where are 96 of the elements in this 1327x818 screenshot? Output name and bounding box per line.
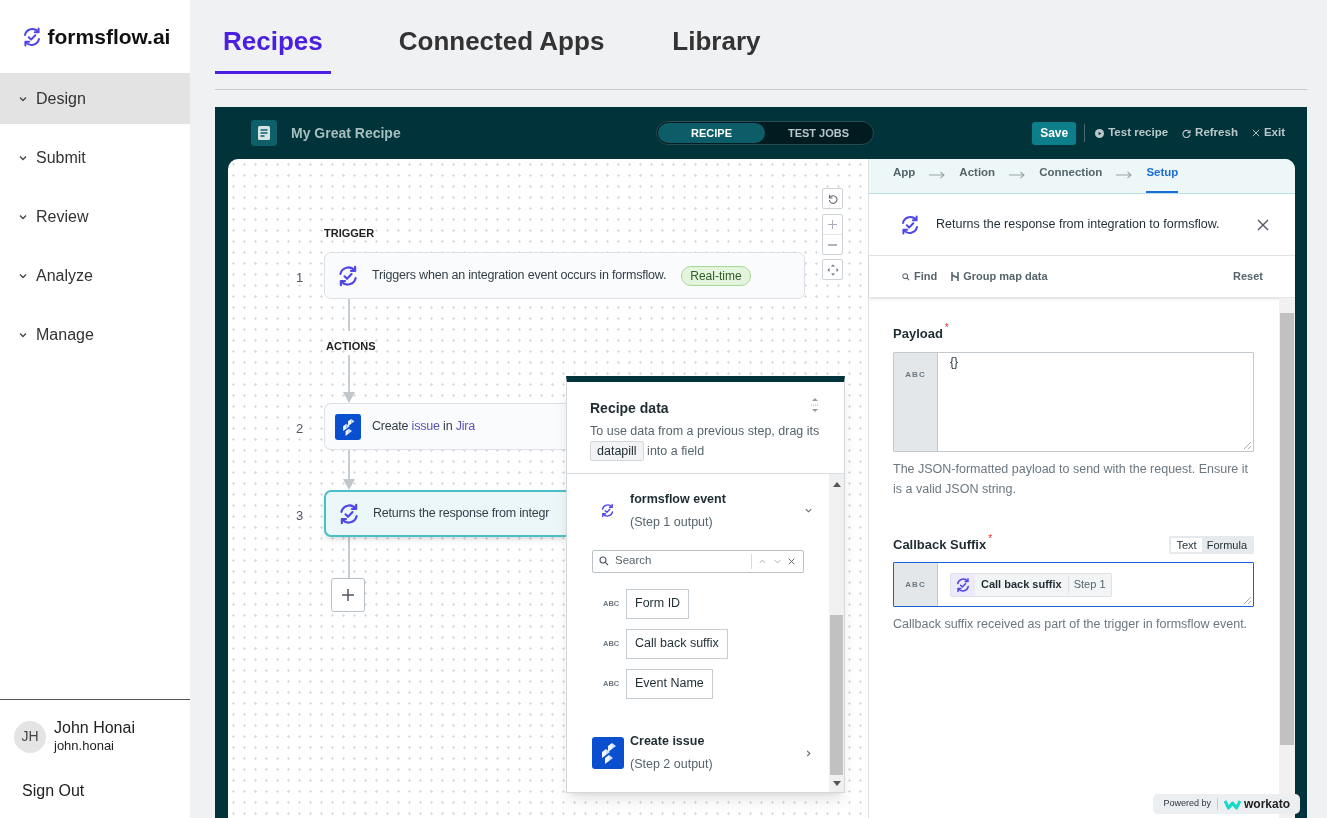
chevron-down-icon[interactable] — [804, 506, 813, 516]
reset-view-button[interactable] — [822, 188, 843, 209]
connector-arrow — [342, 355, 356, 403]
field-hint: The JSON-formatted payload to send with the request. Ensure it is a valid JSON string. — [893, 460, 1250, 498]
resize-grip-icon — [1244, 597, 1251, 604]
reset-button[interactable]: Reset — [1233, 268, 1263, 285]
brand-text: workato — [1244, 796, 1290, 813]
close-icon[interactable] — [1257, 218, 1269, 231]
pill-step: Step 1 — [1068, 576, 1111, 593]
step-card[interactable]: Returns the response from integr — [324, 490, 566, 537]
group-subtitle: (Step 1 output) — [630, 513, 714, 531]
avatar: JH — [14, 720, 46, 753]
drag-handle-icon[interactable] — [810, 398, 820, 412]
close-icon — [1251, 129, 1260, 137]
close-icon[interactable] — [788, 557, 795, 565]
minus-icon — [828, 243, 837, 246]
step-text: Returns the response from integr — [373, 505, 550, 523]
step-number: 2 — [296, 420, 304, 438]
tab[interactable]: Connected Apps — [398, 22, 605, 74]
panel-title: Recipe data — [590, 399, 669, 418]
datapill[interactable]: Call back suffix — [626, 628, 728, 659]
rotate-icon — [827, 193, 838, 204]
user-name: John Honai — [54, 718, 135, 739]
required-mark: * — [988, 531, 993, 546]
user-email: john.honai — [54, 738, 115, 755]
mode-tab[interactable]: RECIPE — [658, 123, 765, 143]
plus-icon — [341, 588, 355, 602]
search-field[interactable]: Search — [615, 552, 745, 570]
wizard-step[interactable]: Connection — [1039, 163, 1103, 193]
realtime-badge: Real-time — [681, 265, 751, 286]
step-text: Triggers when an integration event occurs in formsflow. — [372, 267, 667, 285]
group-map-button[interactable]: Group map data — [951, 268, 1048, 285]
find-button[interactable]: Find — [902, 268, 938, 285]
step-card[interactable]: Triggers when an integration event occurs in formsflow. Real-time — [324, 252, 805, 299]
wave-logo-icon — [1224, 798, 1241, 810]
exit-button[interactable]: Exit — [1251, 124, 1285, 142]
arrow-right-icon — [929, 171, 946, 179]
field-label: Payload — [893, 325, 943, 343]
search-icon — [902, 272, 910, 281]
mode-tab[interactable]: TEST JOBS — [765, 123, 872, 143]
sync-check-icon — [599, 502, 616, 520]
arrow-right-icon — [1009, 171, 1026, 179]
step-title: Returns the response from integration to formsflow. — [936, 216, 1221, 234]
app-logo-icon — [335, 413, 361, 440]
play-circle-icon — [1095, 128, 1105, 138]
sign-out-link[interactable]: Sign Out — [22, 778, 85, 803]
search-icon — [599, 556, 609, 566]
sync-check-icon — [954, 575, 972, 594]
logo-text: formsflow.ai — [47, 23, 171, 50]
section-label: TRIGGER — [324, 226, 375, 241]
document-icon — [251, 120, 277, 146]
test-button[interactable]: Test recipe — [1095, 124, 1169, 142]
pill-label: Call back suffix — [975, 576, 1069, 593]
tab[interactable]: Recipes — [215, 22, 331, 74]
type-label: ABC — [905, 578, 926, 591]
refresh-button[interactable]: Refresh — [1182, 124, 1238, 142]
field-hint: Callback suffix received as part of the trigger in formsflow event. — [893, 616, 1249, 633]
step-number: 3 — [296, 507, 304, 525]
step-card[interactable]: Create issue in Jira — [324, 403, 566, 450]
recipe-title: My Great Recipe — [291, 123, 401, 143]
powered-by-text: Powered by — [1163, 797, 1211, 811]
type-label: ABC — [905, 368, 926, 381]
step-number: 1 — [296, 269, 304, 287]
mode-option[interactable]: Text — [1171, 538, 1202, 552]
fit-view-button[interactable] — [822, 259, 843, 280]
connector-arrow — [342, 449, 356, 490]
group-icon — [951, 272, 960, 281]
hint-text: To use data from a previous step, drag its datapill into a field — [590, 421, 821, 461]
wizard-step[interactable]: Setup — [1146, 163, 1179, 193]
mode-option[interactable]: Formula — [1201, 538, 1252, 552]
move-arrows-icon — [826, 263, 839, 276]
wizard-step[interactable]: Action — [959, 163, 996, 193]
refresh-icon — [1182, 128, 1192, 138]
step-text: Create issue in Jira — [372, 418, 475, 436]
save-button[interactable]: Save — [1032, 121, 1077, 145]
group-title: formsflow event — [630, 491, 727, 508]
chevron-right-icon[interactable] — [804, 748, 813, 758]
group-title: Create issue — [630, 733, 706, 751]
scrollbar[interactable] — [829, 474, 844, 792]
add-step-button[interactable] — [331, 578, 365, 612]
input-field[interactable]: ABC Call back suffix Step 1 — [893, 562, 1254, 607]
resize-grip-icon — [1244, 441, 1251, 449]
plus-icon — [828, 220, 837, 229]
required-mark: * — [944, 321, 949, 335]
arrow-right-icon — [1116, 171, 1133, 179]
tab[interactable]: Library — [672, 22, 761, 74]
search-box[interactable]: Search — [592, 549, 804, 573]
datapill[interactable]: Form ID — [626, 588, 690, 619]
input-field[interactable]: ABC {} — [893, 351, 1254, 452]
datapill[interactable]: Call back suffix Step 1 — [950, 572, 1112, 597]
group-subtitle: (Step 2 output) — [630, 756, 714, 773]
section-label: ACTIONS — [326, 339, 376, 354]
datapill[interactable]: Event Name — [626, 668, 713, 699]
field-label: Callback Suffix — [893, 535, 987, 554]
wizard-step[interactable]: App — [893, 163, 916, 193]
nav-item[interactable]: Design — [0, 73, 190, 124]
